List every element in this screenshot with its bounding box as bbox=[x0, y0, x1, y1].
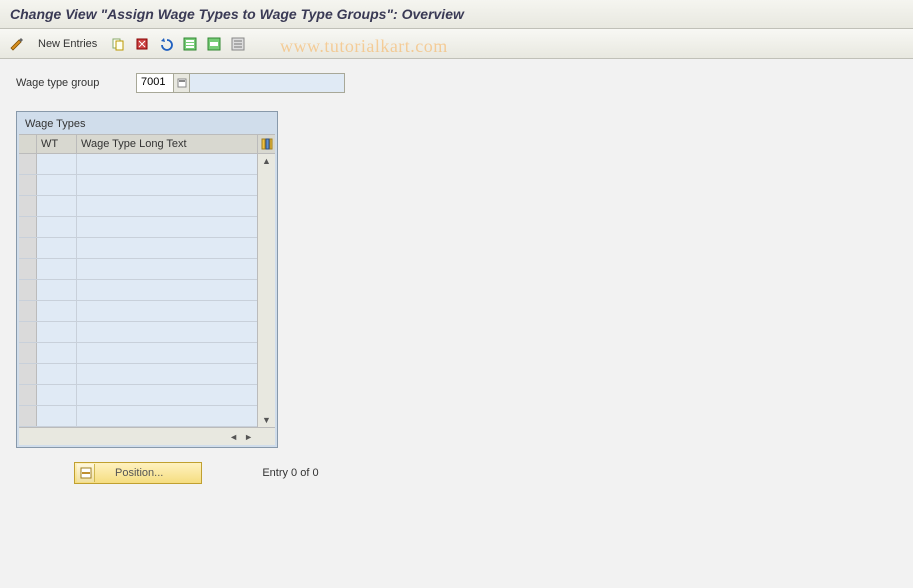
wage-type-group-desc bbox=[190, 73, 345, 93]
row-selector[interactable] bbox=[19, 175, 37, 195]
row-selector[interactable] bbox=[19, 217, 37, 237]
column-header-wt[interactable]: WT bbox=[37, 135, 77, 153]
cell-wt[interactable] bbox=[37, 196, 77, 216]
cell-long-text[interactable] bbox=[77, 259, 257, 279]
table-row bbox=[19, 238, 257, 259]
row-selector[interactable] bbox=[19, 364, 37, 384]
cell-long-text[interactable] bbox=[77, 175, 257, 195]
cell-long-text[interactable] bbox=[77, 364, 257, 384]
scroll-down-icon[interactable]: ▼ bbox=[262, 415, 271, 425]
toolbar: New Entries bbox=[0, 29, 913, 59]
new-entries-button[interactable]: New Entries bbox=[32, 38, 103, 50]
row-selector[interactable] bbox=[19, 238, 37, 258]
table-row bbox=[19, 385, 257, 406]
row-selector[interactable] bbox=[19, 196, 37, 216]
copy-icon[interactable] bbox=[109, 35, 127, 53]
table-row bbox=[19, 364, 257, 385]
cell-long-text[interactable] bbox=[77, 280, 257, 300]
cell-wt[interactable] bbox=[37, 385, 77, 405]
entry-count-text: Entry 0 of 0 bbox=[262, 467, 318, 479]
cell-long-text[interactable] bbox=[77, 385, 257, 405]
cell-long-text[interactable] bbox=[77, 322, 257, 342]
cell-long-text[interactable] bbox=[77, 154, 257, 174]
cell-wt[interactable] bbox=[37, 217, 77, 237]
table-row bbox=[19, 343, 257, 364]
table-row bbox=[19, 322, 257, 343]
scroll-up-icon[interactable]: ▲ bbox=[262, 156, 271, 166]
row-selector[interactable] bbox=[19, 301, 37, 321]
cell-long-text[interactable] bbox=[77, 196, 257, 216]
select-block-icon[interactable] bbox=[205, 35, 223, 53]
footer-row: Position... Entry 0 of 0 bbox=[16, 462, 897, 484]
select-all-column[interactable] bbox=[19, 135, 37, 153]
table-row bbox=[19, 406, 257, 427]
table-row bbox=[19, 280, 257, 301]
scroll-right-icon[interactable]: ► bbox=[242, 432, 255, 442]
row-selector[interactable] bbox=[19, 154, 37, 174]
table-settings-icon[interactable] bbox=[257, 135, 275, 153]
delete-icon[interactable] bbox=[133, 35, 151, 53]
row-selector[interactable] bbox=[19, 343, 37, 363]
deselect-all-icon[interactable] bbox=[229, 35, 247, 53]
cell-wt[interactable] bbox=[37, 280, 77, 300]
content-area: Wage type group 7001 Wage Types WT Wage … bbox=[0, 59, 913, 498]
table-row bbox=[19, 196, 257, 217]
table-title: Wage Types bbox=[19, 114, 275, 134]
position-button-label: Position... bbox=[115, 467, 199, 479]
scroll-left-icon[interactable]: ◄ bbox=[227, 432, 240, 442]
toggle-change-icon[interactable] bbox=[8, 35, 26, 53]
cell-long-text[interactable] bbox=[77, 217, 257, 237]
cell-wt[interactable] bbox=[37, 238, 77, 258]
wage-type-group-input[interactable]: 7001 bbox=[136, 73, 174, 93]
position-button[interactable]: Position... bbox=[74, 462, 202, 484]
wage-type-group-field-row: Wage type group 7001 bbox=[16, 73, 897, 93]
undo-icon[interactable] bbox=[157, 35, 175, 53]
vertical-scrollbar[interactable]: ▲ ▼ bbox=[257, 154, 275, 427]
cell-wt[interactable] bbox=[37, 343, 77, 363]
cell-wt[interactable] bbox=[37, 154, 77, 174]
row-selector[interactable] bbox=[19, 385, 37, 405]
cell-long-text[interactable] bbox=[77, 238, 257, 258]
column-header-long-text[interactable]: Wage Type Long Text bbox=[77, 135, 257, 153]
table-row bbox=[19, 259, 257, 280]
cell-wt[interactable] bbox=[37, 301, 77, 321]
cell-wt[interactable] bbox=[37, 259, 77, 279]
horizontal-scrollbar[interactable]: ◄ ► bbox=[19, 427, 275, 445]
cell-long-text[interactable] bbox=[77, 406, 257, 426]
wage-type-group-label: Wage type group bbox=[16, 77, 126, 89]
table-row bbox=[19, 154, 257, 175]
table-row bbox=[19, 175, 257, 196]
table-header: WT Wage Type Long Text bbox=[19, 134, 275, 154]
select-all-icon[interactable] bbox=[181, 35, 199, 53]
row-selector[interactable] bbox=[19, 259, 37, 279]
cell-wt[interactable] bbox=[37, 175, 77, 195]
cell-long-text[interactable] bbox=[77, 301, 257, 321]
wage-types-table: Wage Types WT Wage Type Long Text ▲ ▼ ◄ … bbox=[16, 111, 278, 448]
table-row bbox=[19, 217, 257, 238]
cell-wt[interactable] bbox=[37, 406, 77, 426]
page-title: Change View "Assign Wage Types to Wage T… bbox=[0, 0, 913, 29]
f4-help-icon[interactable] bbox=[174, 73, 190, 93]
cell-wt[interactable] bbox=[37, 322, 77, 342]
table-row bbox=[19, 301, 257, 322]
cell-wt[interactable] bbox=[37, 364, 77, 384]
cell-long-text[interactable] bbox=[77, 343, 257, 363]
position-icon bbox=[77, 464, 95, 482]
row-selector[interactable] bbox=[19, 406, 37, 426]
row-selector[interactable] bbox=[19, 280, 37, 300]
row-selector[interactable] bbox=[19, 322, 37, 342]
